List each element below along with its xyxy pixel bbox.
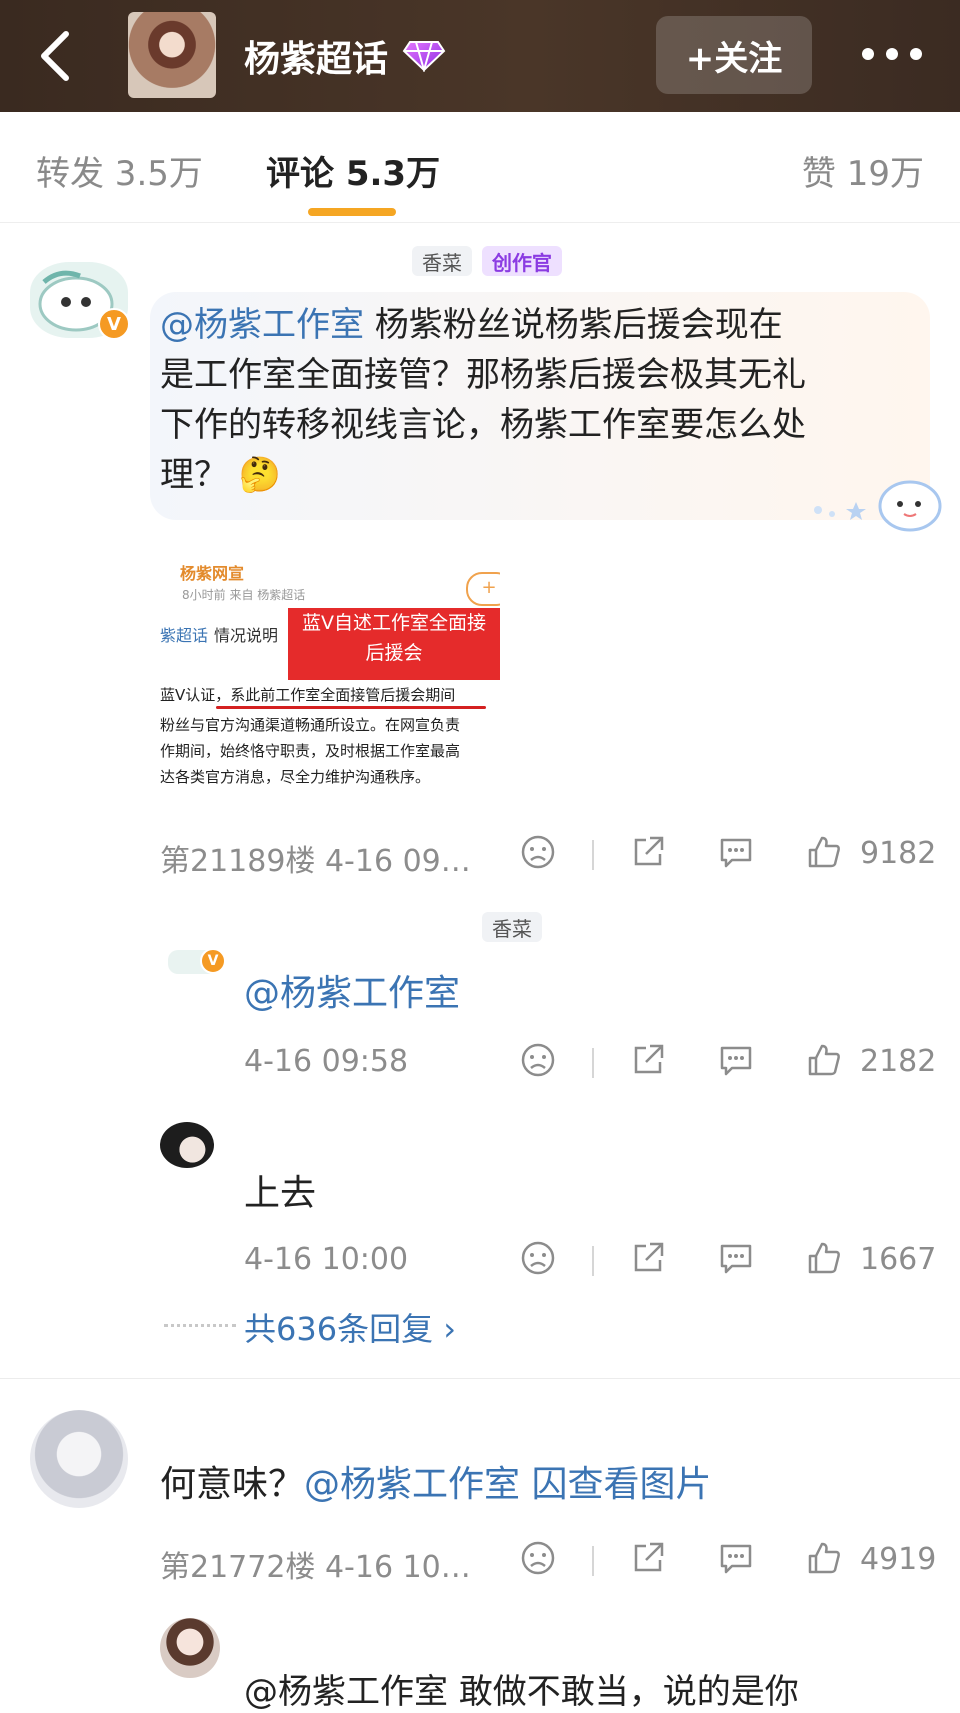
verified-badge-icon: V	[200, 948, 226, 974]
like-count: 9182	[860, 836, 937, 871]
reply-actions: 4-16 09:58 2182	[0, 1030, 960, 1090]
comment-divider	[0, 1378, 960, 1379]
comment-actions: 第21772楼 4-16 10… 4919	[0, 1528, 960, 1588]
reply-actions: 4-16 10:00 1667	[0, 1228, 960, 1288]
like-count: 2182	[860, 1044, 937, 1079]
diamond-badge-icon	[402, 41, 446, 72]
image-red-note-line: 蓝V自述工作室全面接	[302, 612, 486, 634]
divider	[592, 1246, 594, 1276]
comment-line: 何意味？	[160, 1464, 305, 1505]
user-tag: 香菜	[412, 246, 472, 276]
share-icon[interactable]	[630, 834, 666, 870]
page-title[interactable]: 杨紫超话	[244, 30, 388, 82]
reply-preview-text: @杨紫工作室 敢做不敢当，说的是你	[244, 1672, 799, 1712]
image-text-line: 达各类官方消息，尽全力维护沟通秩序。	[160, 768, 431, 784]
comment-line: 杨紫粉丝说杨紫后援会现在	[364, 305, 783, 345]
dislike-icon[interactable]	[520, 1042, 556, 1078]
tab-comments[interactable]: 评论 5.3万	[266, 146, 440, 195]
divider	[592, 1546, 594, 1576]
reply-author-link[interactable]: @杨紫工作室	[244, 964, 460, 1016]
image-account-name: 杨紫网宣	[180, 564, 245, 583]
user-tag: 香菜	[482, 912, 542, 942]
creator-badge[interactable]: 创作官	[482, 246, 562, 276]
creator-badge-label: 创作官	[492, 250, 552, 275]
active-tab-indicator	[308, 208, 396, 216]
like-thumb-icon[interactable]	[806, 1240, 842, 1276]
verified-badge-icon: V	[98, 308, 130, 340]
comment-line: 是工作室全面接管？那杨紫后援会极其无礼	[160, 355, 806, 395]
back-arrow-icon[interactable]	[36, 30, 76, 82]
supertopic-avatar[interactable]	[128, 12, 216, 98]
image-topic: 紫超话	[160, 626, 209, 645]
dislike-icon[interactable]	[520, 1240, 556, 1276]
top-bar: 杨紫超话 +关注	[0, 0, 960, 112]
reply-icon[interactable]	[718, 1240, 754, 1276]
image-meta: 8小时前 来自 杨紫超话	[182, 588, 306, 602]
view-all-replies-link[interactable]: 共636条回复 ›	[244, 1304, 456, 1350]
reply-icon[interactable]	[718, 1042, 754, 1078]
reply-avatar[interactable]	[160, 1122, 214, 1168]
follow-button[interactable]: +关注	[656, 16, 812, 94]
image-text-line: 蓝V认证，系此前工作室全面接管后援会期间	[160, 686, 456, 704]
reply-text: 上去	[244, 1173, 317, 1214]
divider	[592, 840, 594, 870]
image-add-icon: +	[466, 572, 500, 606]
user-tag-label: 香菜	[492, 916, 532, 941]
view-image-link[interactable]: 囚查看图片	[531, 1464, 711, 1505]
image-underline	[216, 706, 486, 709]
more-options-icon[interactable]	[862, 46, 922, 66]
like-thumb-icon[interactable]	[806, 1540, 842, 1576]
like-thumb-icon[interactable]	[806, 834, 842, 870]
floor-and-time: 第21189楼 4-16 09…	[160, 844, 471, 879]
like-thumb-icon[interactable]	[806, 1042, 842, 1078]
comment-image[interactable]: 杨紫网宣 8小时前 来自 杨紫超话 + 紫超话 情况说明 蓝V自述工作室全面接 …	[160, 544, 500, 784]
divider	[592, 1048, 594, 1078]
share-icon[interactable]	[630, 1540, 666, 1576]
reply-avatar[interactable]	[160, 1618, 220, 1678]
image-red-note-line: 后援会	[365, 642, 423, 664]
like-count: 4919	[860, 1542, 937, 1577]
like-count: 1667	[860, 1242, 937, 1277]
reply-icon[interactable]	[718, 834, 754, 870]
dislike-icon[interactable]	[520, 834, 556, 870]
reply-icon[interactable]	[718, 1540, 754, 1576]
commenter-avatar[interactable]	[30, 1410, 128, 1508]
share-icon[interactable]	[630, 1240, 666, 1276]
reply-time: 4-16 09:58	[244, 1044, 409, 1079]
share-icon[interactable]	[630, 1042, 666, 1078]
reply-time: 4-16 10:00	[244, 1242, 409, 1277]
floor-and-time: 第21772楼 4-16 10…	[160, 1550, 471, 1585]
image-red-note: 蓝V自述工作室全面接 后援会	[288, 608, 500, 680]
image-topic-tail: 情况说明	[214, 626, 279, 645]
thinking-emoji-icon: 🤔	[238, 455, 282, 495]
tab-repost[interactable]: 转发 3.5万	[36, 146, 203, 195]
comment-line: 理？	[160, 455, 228, 495]
mention-link[interactable]: @杨紫工作室	[160, 305, 364, 345]
comment-line: 下作的转移视线言论，杨紫工作室要怎么处	[160, 405, 806, 445]
mention-link[interactable]: @杨紫工作室	[304, 1464, 520, 1505]
comment-actions: 第21189楼 4-16 09… 9182	[0, 822, 960, 882]
image-text-line: 作期间，始终恪守职责，及时根据工作室最高	[160, 742, 461, 760]
comment-text: 何意味？@杨紫工作室 囚查看图片	[160, 1460, 920, 1510]
comment-text: @杨紫工作室 杨紫粉丝说杨紫后援会现在 是工作室全面接管？那杨紫后援会极其无礼 …	[160, 300, 920, 500]
image-text-line: 粉丝与官方沟通渠道畅通所设立。在网宣负责	[160, 716, 461, 734]
tab-bar: 转发 3.5万 评论 5.3万 赞 19万	[0, 112, 960, 223]
reply-thread-dots	[164, 1324, 236, 1327]
tab-likes[interactable]: 赞 19万	[802, 146, 924, 195]
dislike-icon[interactable]	[520, 1540, 556, 1576]
user-tag-label: 香菜	[422, 250, 462, 275]
